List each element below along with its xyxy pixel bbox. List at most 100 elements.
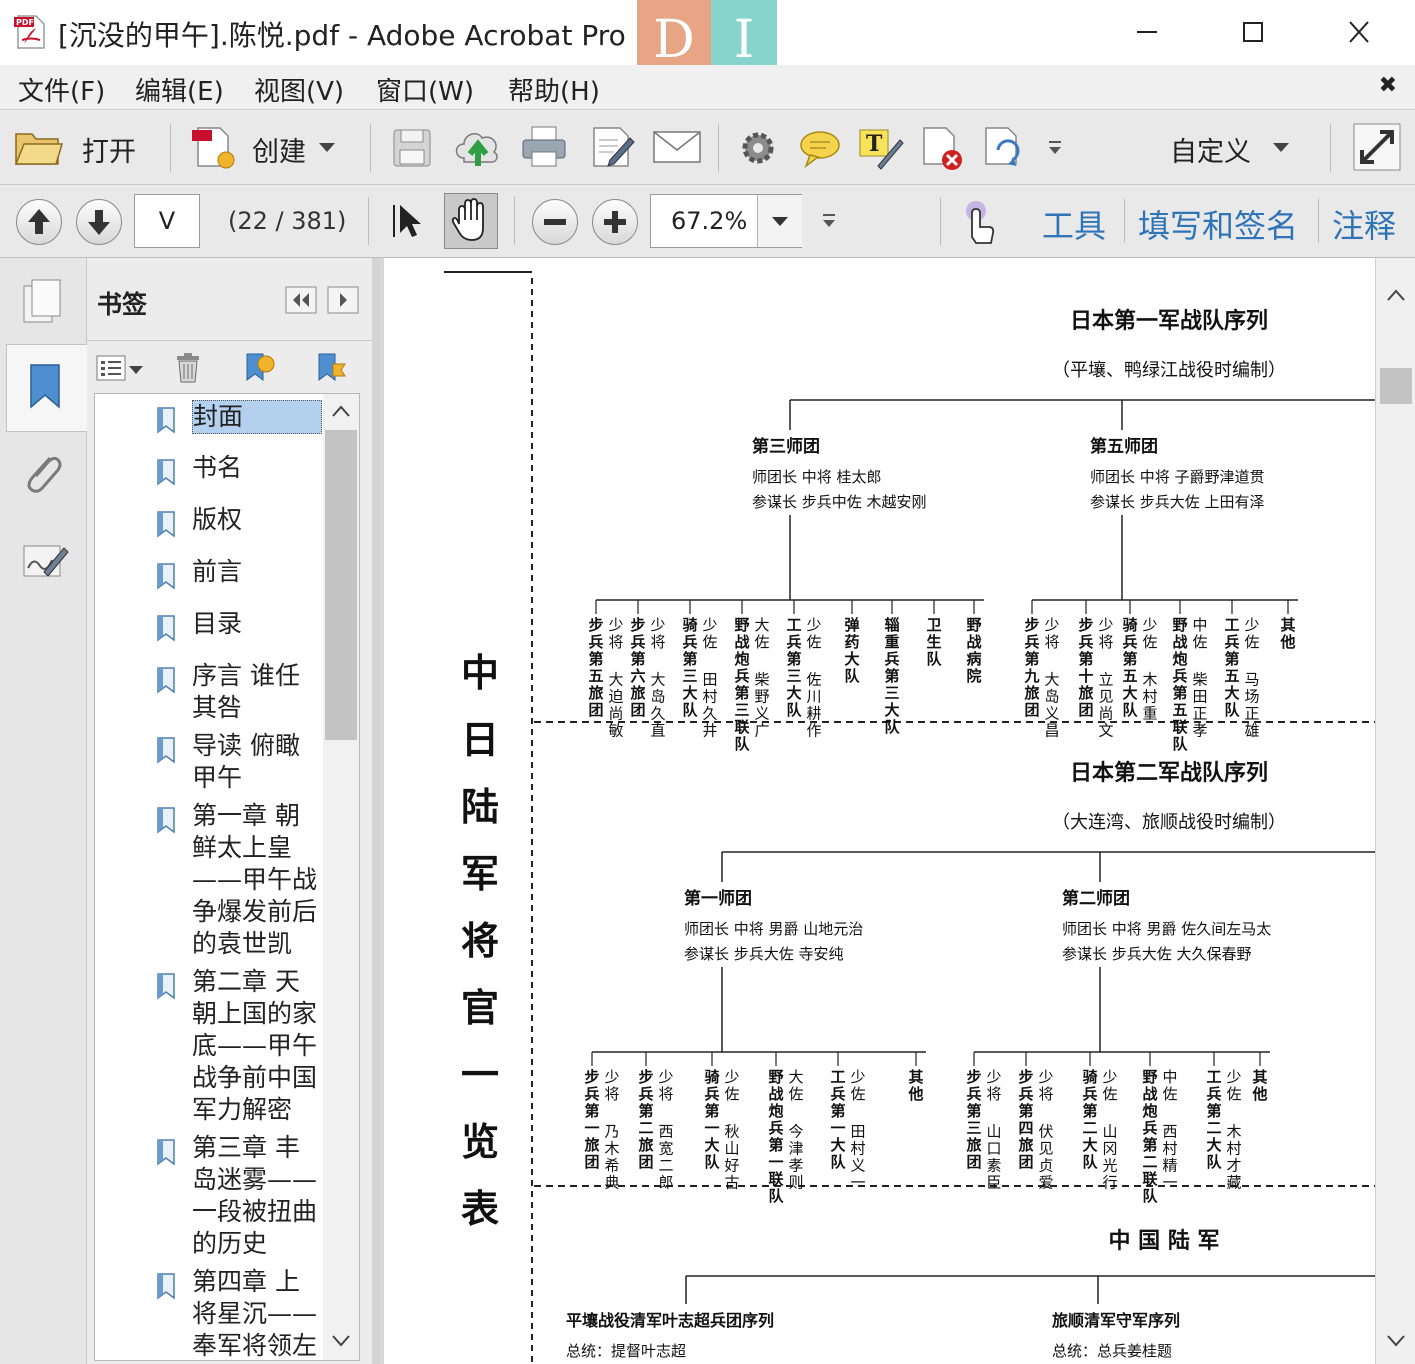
- vertical-text: 少将山口素臣: [986, 1068, 1001, 1191]
- separator: [170, 124, 171, 172]
- vertical-text: 步兵第六旅团: [630, 616, 645, 719]
- create-pdf-icon: [192, 127, 235, 169]
- gear-icon[interactable]: [738, 128, 778, 168]
- chart-text: 兵: [682, 633, 697, 651]
- delete-trash-icon[interactable]: [173, 352, 203, 384]
- menu-edit[interactable]: 编辑(E): [135, 71, 224, 108]
- panel-splitter[interactable]: [372, 258, 380, 1364]
- comment-bubble-icon[interactable]: [798, 128, 842, 168]
- chart-text: 少: [1142, 616, 1157, 634]
- chart-text: 田: [702, 670, 717, 688]
- toolbar-more-icon[interactable]: [1046, 138, 1064, 158]
- vertical-text: 野战炮兵第二联队: [1142, 1068, 1158, 1205]
- chart-text: 三: [786, 667, 801, 685]
- chart-text: 佐: [1226, 1085, 1241, 1103]
- close-icon[interactable]: [1334, 12, 1384, 52]
- vertical-text: 辎重兵第三大队: [884, 616, 900, 736]
- expand-panel-icon[interactable]: [327, 286, 359, 314]
- touch-mode-icon[interactable]: [958, 197, 1002, 247]
- chart-text: 村: [850, 1139, 865, 1157]
- chart-text: 佐: [724, 1085, 739, 1103]
- tools-pane-link[interactable]: 工具: [1042, 201, 1106, 247]
- vertical-text: 步兵第九旅团: [1023, 616, 1039, 719]
- bookmarks-scroll-thumb[interactable]: [325, 430, 357, 740]
- text-highlight-icon[interactable]: T: [858, 126, 904, 170]
- signatures-icon[interactable]: [20, 538, 70, 584]
- document-scroll-thumb[interactable]: [1380, 368, 1412, 404]
- new-bookmark-icon[interactable]: [241, 350, 277, 386]
- scroll-down-icon[interactable]: [1386, 1334, 1406, 1348]
- scroll-up-icon[interactable]: [331, 404, 351, 418]
- menu-help[interactable]: 帮助(H): [508, 71, 600, 108]
- chart-text: 少: [608, 616, 623, 634]
- chart-text: 院: [966, 667, 981, 685]
- zoom-dropdown[interactable]: [757, 195, 802, 247]
- bookmark-options-icon[interactable]: [95, 354, 145, 384]
- chart-text: 队: [844, 667, 860, 685]
- bookmarks-panel-title: 书签: [97, 290, 148, 319]
- document-scrollbar[interactable]: [1375, 258, 1415, 1364]
- edit-document-icon[interactable]: [590, 124, 636, 170]
- chart-text: 步: [1018, 1068, 1033, 1086]
- previous-page-button[interactable]: [16, 199, 62, 245]
- toolbar-more-icon[interactable]: [820, 211, 838, 231]
- maximize-icon[interactable]: [1228, 12, 1278, 52]
- bookmark-tag-icon[interactable]: [313, 350, 349, 386]
- separator: [1318, 199, 1319, 243]
- fill-sign-pane-link[interactable]: 填写和签名: [1138, 201, 1298, 247]
- arrow-down-icon: [88, 210, 110, 235]
- chart-text: 大: [754, 616, 769, 634]
- attachments-paperclip-icon[interactable]: [20, 448, 66, 498]
- page-thumbnails-icon[interactable]: [20, 278, 66, 328]
- minimize-icon[interactable]: [1122, 12, 1172, 52]
- chart-text: 义: [850, 1156, 865, 1174]
- china-section: 中 国 陆 军平壤战役清军叶志超兵团序列总统：提督叶志超 旅顺清军守军序列总统：总…: [566, 1228, 1379, 1360]
- chart-text: 队: [830, 1153, 846, 1171]
- hand-tool-button[interactable]: [444, 193, 498, 249]
- bookmarks-scrollbar[interactable]: [323, 393, 360, 1361]
- chart-text: 兵: [786, 633, 801, 651]
- delete-pages-icon[interactable]: [920, 124, 966, 172]
- chart-text: 正: [1192, 704, 1207, 722]
- save-icon[interactable]: [390, 126, 434, 170]
- next-page-button[interactable]: [76, 199, 122, 245]
- close-document-icon[interactable]: ✖: [1379, 73, 1397, 98]
- chart-text: 队: [1122, 701, 1138, 719]
- select-arrow-icon[interactable]: [388, 199, 428, 243]
- chevron-down-icon: [319, 143, 335, 152]
- chart-text: 岛: [650, 687, 665, 705]
- chart-text: 光: [1102, 1156, 1117, 1174]
- chart-text: 兵: [1082, 1085, 1097, 1103]
- scroll-up-icon[interactable]: [1386, 288, 1406, 302]
- open-button[interactable]: 打开: [10, 122, 160, 172]
- menu-window[interactable]: 窗口(W): [376, 71, 474, 108]
- chart-text: 师团长 中将 男爵 佐久间左马太: [1062, 920, 1271, 938]
- email-icon[interactable]: [652, 128, 702, 166]
- fullscreen-icon[interactable]: [1352, 122, 1402, 172]
- zoom-select[interactable]: 67.2%: [650, 194, 802, 248]
- chart-text: 柴: [754, 670, 769, 688]
- page-number-input[interactable]: V: [134, 194, 200, 248]
- customize-button[interactable]: 自定义: [1170, 124, 1300, 170]
- chart-text: 少: [604, 1068, 619, 1086]
- chart-text: 表: [461, 1186, 499, 1231]
- chart-text: 旅: [1018, 1136, 1033, 1154]
- create-button[interactable]: 创建: [186, 122, 346, 172]
- army-one-section: 日本第一军战队序列 （平壤、鸭绿江战役时编制） 第三师团师团长 中将 桂太郎参谋长 …: [588, 308, 1379, 753]
- print-icon[interactable]: [520, 124, 568, 170]
- chart-text: 少: [658, 1068, 673, 1086]
- chart-text: 川: [806, 687, 821, 705]
- rotate-pages-icon[interactable]: [982, 124, 1026, 172]
- cloud-upload-icon[interactable]: [452, 124, 504, 170]
- zoom-out-button[interactable]: [532, 199, 578, 245]
- collapse-panel-icon[interactable]: [285, 286, 317, 314]
- comment-pane-link[interactable]: 注释: [1332, 201, 1396, 247]
- vertical-text: 少佐佐川耕作: [806, 616, 821, 739]
- menu-file[interactable]: 文件(F): [18, 71, 105, 108]
- zoom-in-button[interactable]: [592, 199, 638, 245]
- menu-view[interactable]: 视图(V): [254, 71, 344, 108]
- bookmark-icon: [157, 407, 175, 434]
- bookmarks-tab[interactable]: [6, 344, 87, 432]
- chart-text: 见: [1098, 687, 1113, 705]
- scroll-down-icon[interactable]: [331, 1334, 351, 1348]
